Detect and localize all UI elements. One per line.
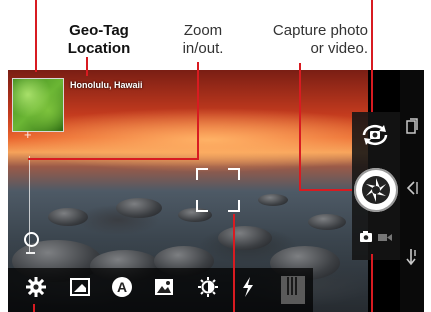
zoom-out-icon[interactable] [26, 252, 35, 254]
auto-mode-icon[interactable]: A [108, 276, 136, 304]
android-navbar [400, 70, 424, 312]
zoom-in-icon[interactable]: + [24, 128, 32, 141]
panorama-icon[interactable] [281, 276, 305, 304]
scene-image-icon[interactable] [150, 276, 178, 304]
recent-apps-icon[interactable] [404, 118, 420, 136]
zoom-annotation: Zoom in/out. [182, 22, 224, 57]
camera-toolbar: A [8, 268, 313, 312]
zoom-slider-handle[interactable] [24, 232, 39, 247]
home-icon[interactable] [404, 248, 420, 266]
focus-brackets [196, 168, 240, 212]
capture-panel [352, 112, 400, 260]
switch-camera-icon[interactable] [360, 122, 390, 148]
flash-icon[interactable] [234, 276, 262, 304]
picture-frame-icon[interactable] [66, 276, 94, 304]
back-icon[interactable] [404, 180, 420, 198]
location-label: Honolulu, Hawaii [70, 80, 143, 90]
geotag-annotation: Geo-Tag Location [67, 22, 131, 57]
shutter-button[interactable] [354, 168, 398, 212]
photo-video-toggle[interactable] [359, 230, 393, 244]
camera-screen: Honolulu, Hawaii + A [8, 70, 424, 312]
capture-annotation: Capture photo or video. [272, 22, 368, 57]
exposure-icon[interactable] [194, 276, 222, 304]
settings-icon[interactable] [22, 276, 50, 304]
geotag-thumbnail[interactable] [12, 78, 64, 132]
svg-text:A: A [117, 279, 127, 295]
